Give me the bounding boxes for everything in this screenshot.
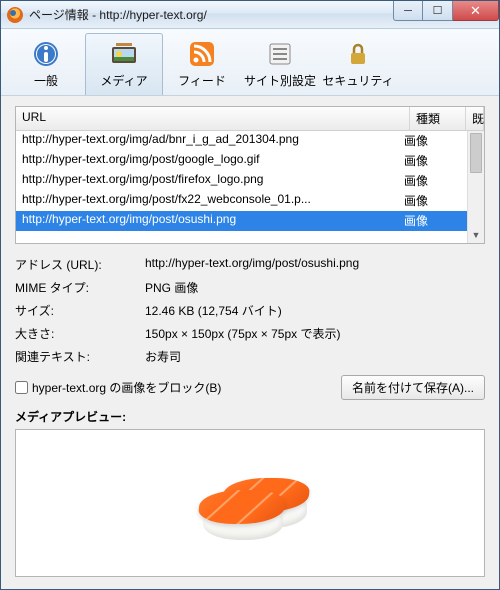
tab-security-label: セキュリティ: [322, 72, 394, 89]
close-button[interactable]: ✕: [453, 1, 499, 21]
column-type[interactable]: 種類: [410, 107, 466, 130]
page-info-window: ページ情報 - http://hyper-text.org/ ─ ☐ ✕ 一般 …: [0, 0, 500, 590]
content-area: URL 種類 既 http://hyper-text.org/img/ad/bn…: [1, 96, 499, 589]
window-title: ページ情報 - http://hyper-text.org/: [29, 6, 207, 23]
save-as-button[interactable]: 名前を付けて保存(A)...: [341, 375, 485, 400]
tab-media-label: メディア: [88, 72, 160, 89]
mime-label: MIME タイプ:: [15, 279, 145, 296]
list-row[interactable]: http://hyper-text.org/img/post/google_lo…: [16, 151, 484, 171]
column-extra[interactable]: 既: [466, 107, 484, 130]
minimize-button[interactable]: ─: [393, 1, 423, 21]
block-images-checkbox[interactable]: [15, 381, 28, 394]
lock-icon: [322, 38, 394, 70]
size-label: サイズ:: [15, 302, 145, 319]
tab-permissions[interactable]: サイト別設定: [241, 33, 319, 95]
info-icon: [10, 38, 82, 70]
firefox-icon: [7, 7, 23, 23]
permissions-icon: [244, 38, 316, 70]
tab-feed-label: フィード: [166, 72, 238, 89]
tab-media[interactable]: メディア: [85, 33, 163, 95]
scroll-down-icon[interactable]: ▼: [468, 226, 484, 243]
alt-label: 関連テキスト:: [15, 348, 145, 365]
alt-value: お寿司: [145, 348, 485, 365]
column-url[interactable]: URL: [16, 107, 410, 130]
details: アドレス (URL):http://hyper-text.org/img/pos…: [15, 256, 485, 371]
maximize-button[interactable]: ☐: [423, 1, 453, 21]
titlebar[interactable]: ページ情報 - http://hyper-text.org/ ─ ☐ ✕: [1, 1, 499, 29]
media-list[interactable]: URL 種類 既 http://hyper-text.org/img/ad/bn…: [15, 106, 485, 244]
list-row[interactable]: http://hyper-text.org/img/post/fx22_webc…: [16, 191, 484, 211]
tab-general[interactable]: 一般: [7, 33, 85, 95]
media-icon: [88, 38, 160, 70]
size-value: 12.46 KB (12,754 バイト): [145, 302, 485, 319]
feed-icon: [166, 38, 238, 70]
scroll-thumb[interactable]: [470, 133, 482, 173]
tab-security[interactable]: セキュリティ: [319, 33, 397, 95]
preview-image: [175, 448, 325, 558]
list-row[interactable]: http://hyper-text.org/img/ad/bnr_i_g_ad_…: [16, 131, 484, 151]
list-row-selected[interactable]: http://hyper-text.org/img/post/osushi.pn…: [16, 211, 484, 231]
preview-label: メディアプレビュー:: [15, 408, 485, 425]
dimensions-value: 150px × 150px (75px × 75px で表示): [145, 325, 485, 342]
scrollbar[interactable]: ▲ ▼: [467, 131, 484, 243]
list-header: URL 種類 既: [16, 107, 484, 131]
toolbar: 一般 メディア フィード サイト別設定 セキュリティ: [1, 29, 499, 96]
tab-feed[interactable]: フィード: [163, 33, 241, 95]
tab-general-label: 一般: [10, 72, 82, 89]
tab-permissions-label: サイト別設定: [244, 72, 316, 89]
block-images-label: hyper-text.org の画像をブロック(B): [32, 379, 221, 396]
list-row[interactable]: http://hyper-text.org/img/post/firefox_l…: [16, 171, 484, 191]
dimensions-label: 大きさ:: [15, 325, 145, 342]
mime-value: PNG 画像: [145, 279, 485, 296]
media-preview: [15, 429, 485, 577]
list-body: http://hyper-text.org/img/ad/bnr_i_g_ad_…: [16, 131, 484, 243]
address-value: http://hyper-text.org/img/post/osushi.pn…: [145, 256, 485, 273]
address-label: アドレス (URL):: [15, 256, 145, 273]
